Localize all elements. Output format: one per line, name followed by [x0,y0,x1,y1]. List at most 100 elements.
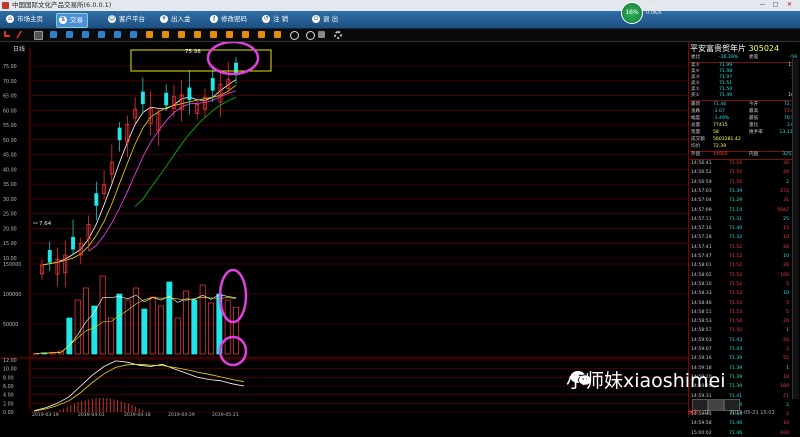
price-tick-label: 45.00 [3,153,17,159]
x-date-label: 2019-04-01 [78,412,105,417]
tick-row: 14:56:59 71.50 2 [691,179,789,185]
tool-icon-9[interactable] [178,31,185,38]
stat-row: 最新 71.46 今开 72.16 [691,102,797,107]
indicator-tick-label: 0.00 [3,410,14,416]
tick-row: 14:58:01 71.52 20 [691,263,789,269]
tool-icon-15[interactable] [274,31,281,38]
volume-tick-label: 50000 [3,322,18,328]
candle-body [187,87,192,101]
maximize-button[interactable]: □ [771,1,780,9]
instrument-name: 平安富贵贺年片 [690,44,746,53]
indicator-tick-label: 2.00 [3,401,14,407]
chart-area[interactable]: 日线 75.00 70.00 65.00 60.00 55.00 50.00 45.00 40… [0,40,688,418]
tick-row: 14:57:04 71.29 31 [691,198,789,204]
price-tick-label: 30.00 [3,197,17,203]
price-tick-label: 35.00 [3,182,17,188]
nav-trade[interactable]: ⇅ 交易 [56,13,88,28]
volume-bar [116,293,123,355]
price-tick-label: 10.00 [3,256,17,262]
nav-client-platform[interactable]: ☺ 客户平台 [106,13,149,26]
volume-bar [141,308,148,355]
tool-icon-1[interactable] [50,31,57,38]
tool-icon-16[interactable] [318,31,325,38]
zoom-in-icon[interactable] [290,31,299,40]
close-button[interactable]: ✕ [785,1,794,9]
order-ratio-row: 委比 -16.19% 委差 -59 [691,55,797,60]
volume-bar [166,281,173,355]
stat-row: 幅度 -1.49% 最低 70.59 [691,116,797,121]
tool-icon-2[interactable] [66,31,73,38]
trend-icon[interactable] [15,31,30,38]
indicator-tick-label: 12.00 [3,358,17,364]
nav-funds[interactable]: ¥ 出入金 [158,13,195,26]
order-book-row: 买①71.49100 [691,93,797,98]
tick-row: 14:56:52 71.50 20 [691,170,789,176]
tool-icon-7[interactable] [146,31,153,38]
tool-icon-12[interactable] [226,31,233,38]
low-marker: 7.64 [39,221,52,227]
stat-row: 均价 72.39 [691,144,727,149]
volume-bar [191,299,198,355]
app-icon [2,2,9,9]
minimize-button[interactable]: — [758,1,767,9]
status-bar: 休市 15 2019-05-21 15:03 [688,410,775,416]
zoom-out-icon[interactable] [306,31,315,40]
candle-body [117,127,122,141]
candle-body [71,236,75,250]
tool-icon-8[interactable] [162,31,169,38]
tool-icon-13[interactable] [242,31,249,38]
trade-icon: ⇅ [59,16,67,24]
tick-row: 14:58:02 71.52 100 [691,272,789,278]
tool-icon-14[interactable] [258,31,265,38]
price-tick-label: 75.00 [3,64,17,70]
network-speed: 0.0K/s 0.0K/s [646,4,662,16]
tick-row: 14:57:11 71.31 25 [691,216,789,222]
nav-change-password[interactable]: ⚷ 修改密码 [208,13,251,26]
indicator-tick-label: 10.00 [3,367,17,373]
price-tick-label: 25.00 [3,212,17,218]
settings-gear-icon[interactable] [334,31,342,39]
tick-row: 14:57:28 71.32 10 [691,235,789,241]
tick-row: 14:59:07 71.43 2 [691,347,789,352]
tick-row: 14:57:41 71.52 20 [691,244,789,250]
app-title: 中国国际文化产品交易所(6.0.0.1) [12,1,112,9]
volume-bar [66,317,73,355]
tick-row: 15:00:02 71.46 100 [691,430,789,436]
price-tick-label: 15.00 [3,241,17,247]
draw-line-icon[interactable] [4,31,10,37]
tool-icon-6[interactable] [130,31,137,38]
download-speed: 0.0K/s [646,10,662,16]
kline-toggle-icon[interactable] [34,31,43,40]
tick-row: 14:59:58 71.46 10 [691,421,789,427]
tool-icon-11[interactable] [210,31,217,38]
tick-row: 14:57:16 71.40 15 [691,226,789,232]
x-date-label: 2019-04-18 [124,412,151,417]
exit-icon: ⏻ [312,15,320,23]
tick-row: 14:56:41 71.55 30 [691,161,789,166]
network-meter: 16% [621,2,643,24]
tool-icon-4[interactable] [98,31,105,38]
volume-bar [91,305,98,355]
period-label: 日线 [13,45,25,53]
candle-body [164,92,169,106]
x-date-label: 2019-03-19 [32,412,59,417]
chart-svg[interactable]: 日线 75.00 70.00 65.00 60.00 55.00 50.00 45.00 40… [0,40,688,418]
stat-row: 现量 58 换手率 13.11% [691,130,797,135]
price-tick-label: 65.00 [3,94,17,100]
candle-body [94,193,99,206]
nav-logout[interactable]: ↺ 注 销 [260,13,292,26]
quote-panel: 平安富贵贺年片 305024 委比 -16.19% 委差 -59 卖⑤ 71.99… [688,42,800,436]
funds-icon: ¥ [160,15,168,23]
tick-row: 14:57:09 71.14 5047 [691,207,789,213]
key-icon: ⚷ [210,15,218,23]
candle-body [47,250,52,263]
tool-icon-10[interactable] [194,31,201,38]
candle-body [140,91,145,105]
volume-tick-label: 150000 [3,262,21,268]
nav-exit[interactable]: ⏻ 退 出 [310,13,342,26]
tool-icon-3[interactable] [82,31,89,38]
instrument-code: 305024 [748,44,780,53]
tool-icon-5[interactable] [114,31,121,38]
nav-market-home[interactable]: ⌂ 市场主页 [4,13,47,26]
tick-scrollbar[interactable] [792,59,799,399]
